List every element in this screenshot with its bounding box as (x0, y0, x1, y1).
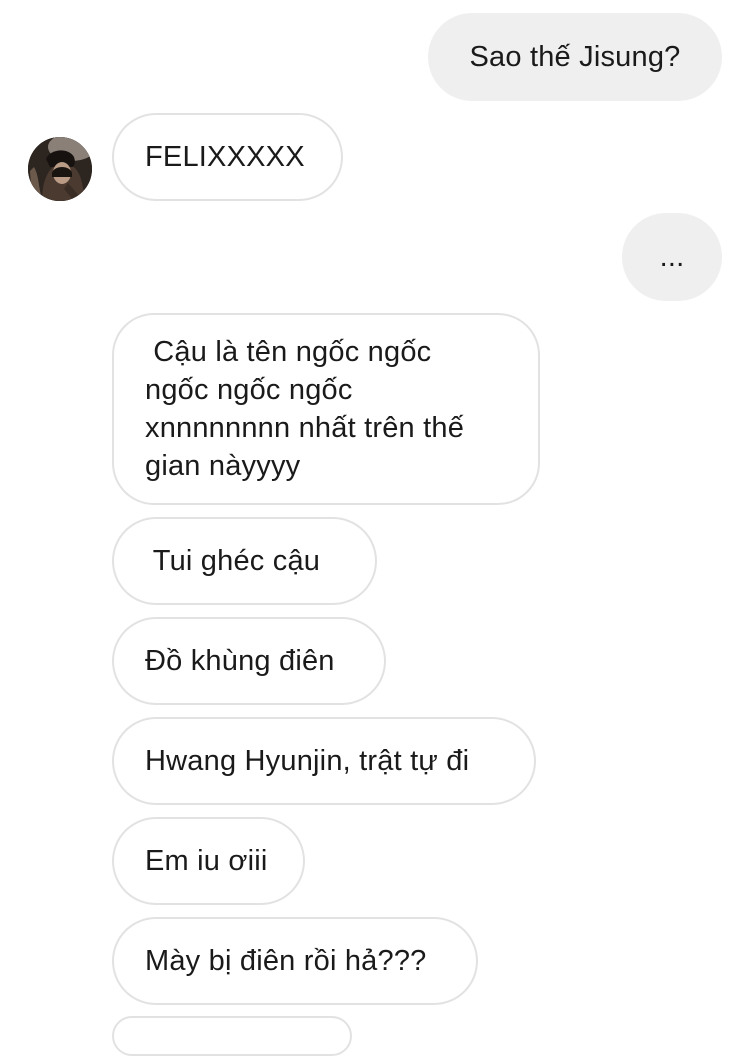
message-text: Hwang Hyunjin, trật tự đi (145, 745, 470, 777)
outgoing-message[interactable]: ... (622, 213, 722, 301)
message-text: ... (659, 241, 685, 273)
message-text: FELIXXXXX (145, 141, 305, 173)
incoming-message[interactable]: FELIXXXXX (112, 113, 343, 201)
message-text: Cậu là tên ngốc ngốc ngốc ngốc ngốc xnnn… (145, 336, 473, 482)
incoming-message[interactable]: Mày bị điên rồi hả??? (112, 917, 478, 1005)
message-text: Tui ghéc cậu (145, 545, 321, 577)
incoming-message-partial[interactable] (112, 1016, 352, 1056)
message-text: Đồ khùng điên (145, 645, 335, 677)
avatar-photo-icon (28, 137, 92, 201)
incoming-message[interactable]: Hwang Hyunjin, trật tự đi (112, 717, 536, 805)
incoming-message[interactable]: Đồ khùng điên (112, 617, 386, 705)
incoming-message[interactable]: Em iu ơiii (112, 817, 305, 905)
message-text: Sao thế Jisung? (469, 41, 681, 73)
avatar[interactable] (28, 137, 92, 201)
incoming-message[interactable]: Cậu là tên ngốc ngốc ngốc ngốc ngốc xnnn… (112, 313, 540, 505)
message-text: Mày bị điên rồi hả??? (145, 945, 427, 977)
outgoing-message[interactable]: Sao thế Jisung? (428, 13, 722, 101)
message-text: Em iu ơiii (145, 845, 268, 877)
incoming-message[interactable]: Tui ghéc cậu (112, 517, 377, 605)
